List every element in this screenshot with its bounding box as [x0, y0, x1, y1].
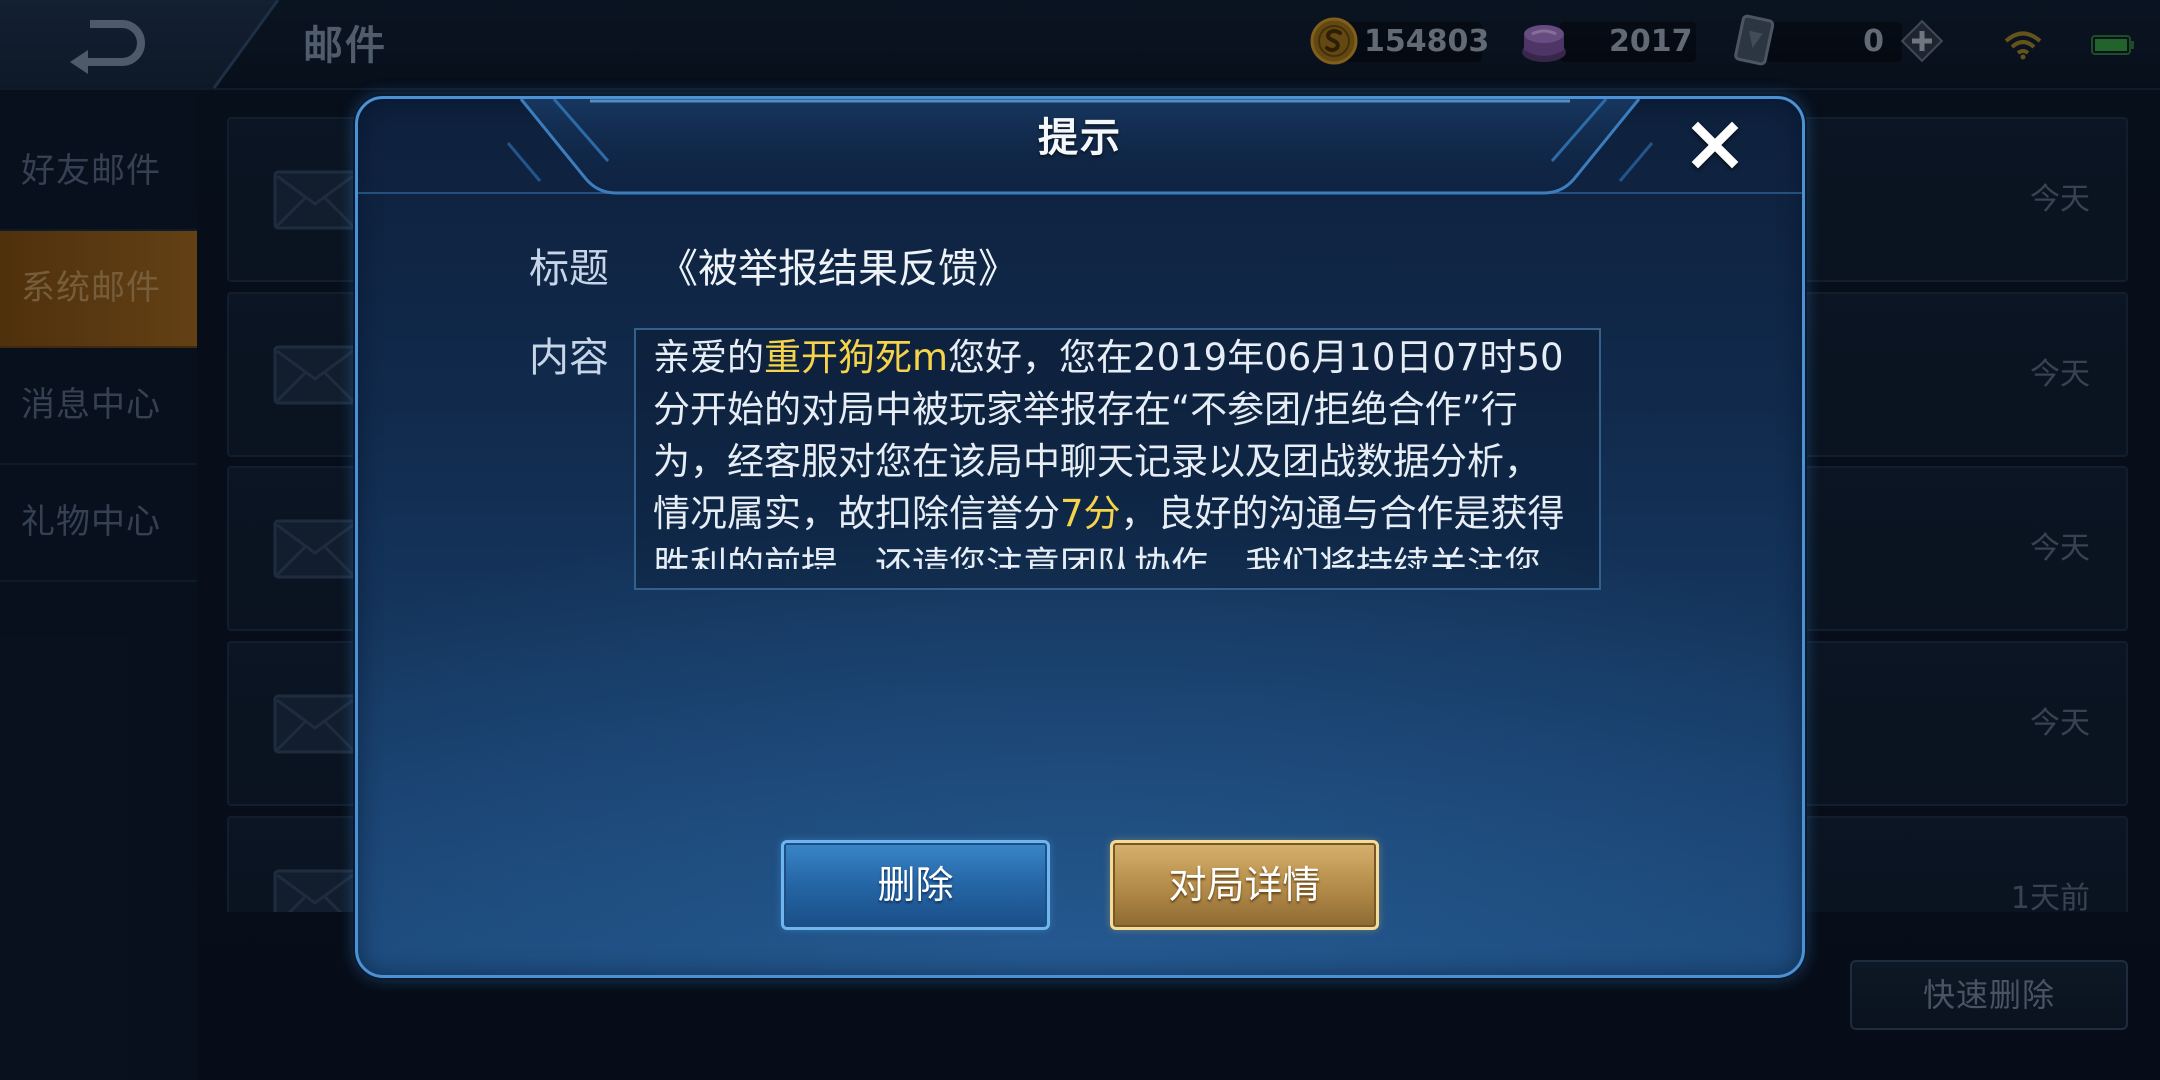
content-line: 胜利的前提，还请您注意团队协作，我们将持续关注您: [653, 540, 1593, 569]
close-icon[interactable]: [1685, 115, 1745, 175]
mail-content-box: 亲爱的重开狗死m您好，您在2019年06月10日07时50 分开始的对局中被玩家…: [634, 328, 1601, 590]
match-details-button[interactable]: 对局详情: [1110, 840, 1379, 930]
content-text: 分开始的对局中被玩家举报存在“不参团/拒绝合作”行: [653, 388, 1518, 431]
dialog-title: 提示: [1038, 115, 1122, 161]
content-text: 您好，您在2019年06月10日07时50: [948, 336, 1564, 379]
player-name-highlight: 重开狗死m: [764, 336, 949, 379]
content-line: 为，经客服对您在该局中聊天记录以及团战数据分析，: [653, 436, 1593, 488]
mail-subject: 《被举报结果反馈》: [658, 246, 1018, 292]
content-text: ，良好的沟通与合作是获得: [1120, 492, 1565, 535]
mail-screen: 邮件 154803 2017 0 好友邮件 系统邮件 消息中心 礼物中心 今天 …: [0, 0, 2160, 1080]
content-line: 情况属实，故扣除信誉分7分，良好的沟通与合作是获得: [653, 488, 1593, 540]
content-line: 亲爱的重开狗死m您好，您在2019年06月10日07时50: [653, 332, 1593, 384]
content-text: 胜利的前提，还请您注意团队协作，我们将持续关注您: [653, 544, 1541, 569]
report-result-dialog: 提示 标题 《被举报结果反馈》 内容 亲爱的重开狗死m您好，您在2019年06月…: [355, 96, 1805, 978]
content-text: 为，经客服对您在该局中聊天记录以及团战数据分析，: [653, 440, 1541, 483]
content-label: 内容: [529, 335, 609, 381]
content-text: 亲爱的: [653, 336, 764, 379]
penalty-points-highlight: 7分: [1060, 492, 1121, 535]
close-button[interactable]: [1685, 115, 1745, 175]
subject-label: 标题: [529, 246, 609, 292]
content-line: 分开始的对局中被玩家举报存在“不参团/拒绝合作”行: [653, 384, 1593, 436]
content-text: 情况属实，故扣除信誉分: [653, 492, 1060, 535]
delete-button[interactable]: 删除: [781, 840, 1050, 930]
content-scroll-area[interactable]: 亲爱的重开狗死m您好，您在2019年06月10日07时50 分开始的对局中被玩家…: [653, 332, 1593, 569]
